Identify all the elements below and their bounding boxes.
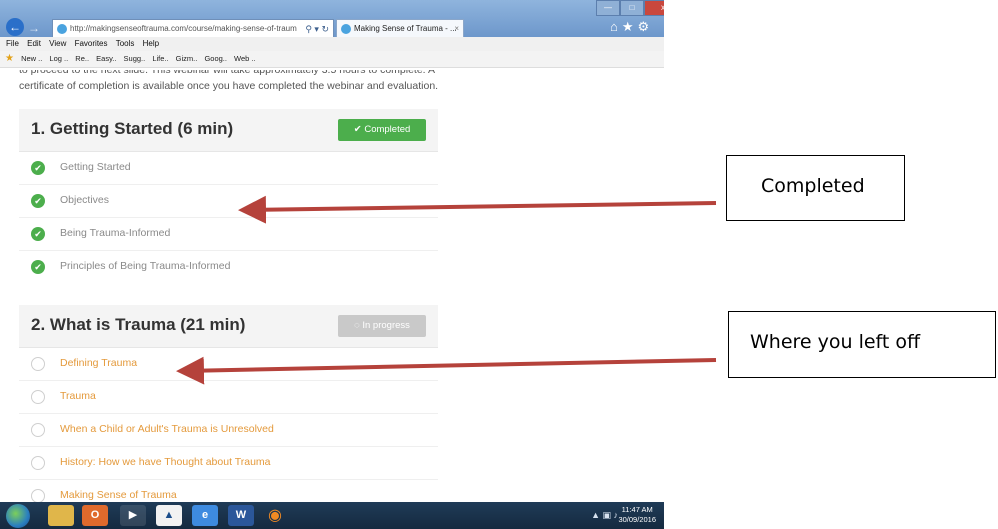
completed-callout: Completed <box>726 155 905 221</box>
left-off-callout: Where you left off <box>728 311 996 378</box>
callout-left-off-text: Where you left off <box>750 331 921 353</box>
arrow-to-completed <box>238 195 717 224</box>
callout-completed-text: Completed <box>761 175 865 197</box>
arrow-to-left-off <box>176 356 717 385</box>
annotation-arrows <box>176 195 717 385</box>
